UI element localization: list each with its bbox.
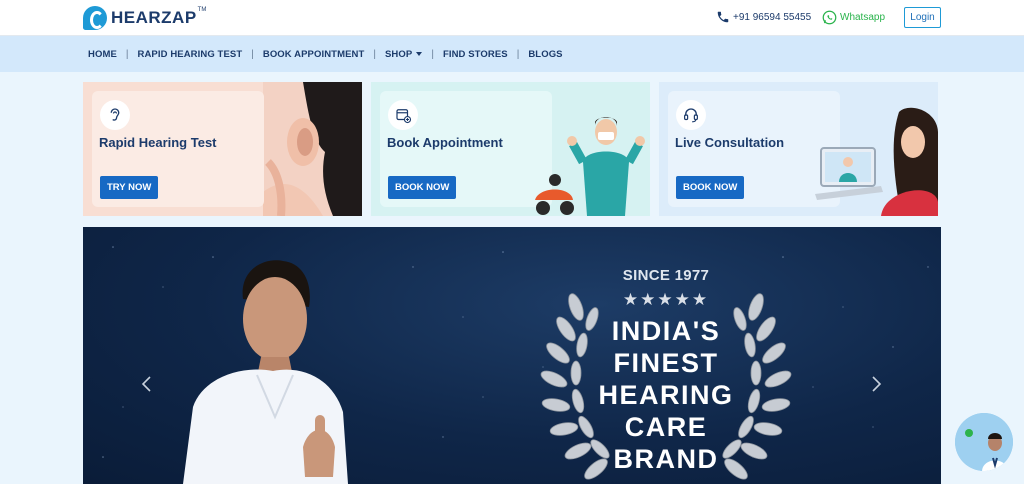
card-title: Live Consultation [675, 135, 785, 150]
nav-book-appointment[interactable]: BOOK APPOINTMENT [263, 49, 365, 60]
main-nav: HOME | RAPID HEARING TEST | BOOK APPOINT… [0, 36, 1024, 72]
logo-mark-icon [83, 6, 107, 30]
hero-headline: INDIA'S FINEST HEARING CARE BRAND [563, 315, 769, 475]
headline-line: INDIA'S [611, 316, 721, 346]
try-now-button[interactable]: TRY NOW [100, 176, 159, 199]
nav-home[interactable]: HOME [88, 49, 117, 60]
brand-name: HEARZAP [111, 8, 197, 27]
card-title: Rapid Hearing Test [99, 135, 217, 150]
site-header: HEARZAP TM +91 96594 55455 Whatsapp Logi… [0, 0, 1024, 36]
nav-shop[interactable]: SHOP [385, 48, 423, 60]
ear-icon [100, 100, 130, 130]
nav-divider: | [251, 48, 254, 60]
previous-slide-arrow-icon[interactable] [140, 375, 154, 393]
headline-line: BRAND [613, 444, 719, 474]
rating-stars-icon: ★★★★★ [622, 290, 710, 309]
nav-find-stores[interactable]: FIND STORES [443, 49, 508, 60]
since-label: SINCE 1977 [622, 267, 710, 284]
headset-icon [676, 100, 706, 130]
phone-number: +91 96594 55455 [733, 11, 812, 23]
card-book-appointment[interactable]: Book Appointment BOOK NOW [371, 82, 650, 216]
nav-divider: | [431, 48, 434, 60]
celebrity-figure [183, 260, 348, 484]
trademark: TM [197, 7, 207, 13]
nav-rapid-hearing-test[interactable]: RAPID HEARING TEST [138, 49, 243, 60]
consultation-illustration [815, 107, 938, 216]
doctor-avatar-icon [955, 413, 1013, 471]
headline-line: FINEST [613, 348, 719, 378]
card-rapid-hearing-test[interactable]: Rapid Hearing Test TRY NOW [83, 82, 362, 216]
phone-icon [717, 11, 729, 23]
nav-blogs[interactable]: BLOGS [528, 49, 562, 60]
next-slide-arrow-icon[interactable] [869, 375, 883, 393]
hero-banner[interactable]: SINCE 1977 ★★★★★ INDIA'S FINEST HEARING … [83, 227, 941, 484]
nav-divider: | [516, 48, 520, 60]
nav-divider: | [125, 48, 129, 60]
phone-link[interactable]: +91 96594 55455 [716, 10, 811, 24]
login-button[interactable]: Login [904, 7, 941, 28]
chat-assistant-avatar[interactable] [955, 413, 1013, 471]
card-title: Book Appointment [387, 135, 503, 150]
chevron-down-icon [416, 52, 423, 56]
book-now-button[interactable]: BOOK NOW [676, 176, 745, 199]
headline-line: HEARING [598, 380, 734, 410]
nav-shop-label: SHOP [385, 48, 413, 60]
calendar-icon [388, 100, 418, 130]
nurse-illustration [535, 117, 645, 216]
whatsapp-icon [822, 10, 837, 25]
whatsapp-link[interactable]: Whatsapp [822, 10, 885, 25]
card-live-consultation[interactable]: Live Consultation BOOK NOW [659, 82, 938, 216]
whatsapp-label: Whatsapp [840, 12, 886, 23]
headline-line: CARE [624, 412, 708, 442]
book-now-button[interactable]: BOOK NOW [388, 176, 457, 199]
ear-illustration [263, 82, 362, 216]
hearzap-logo[interactable]: HEARZAP TM [83, 5, 206, 31]
nav-divider: | [373, 48, 376, 60]
